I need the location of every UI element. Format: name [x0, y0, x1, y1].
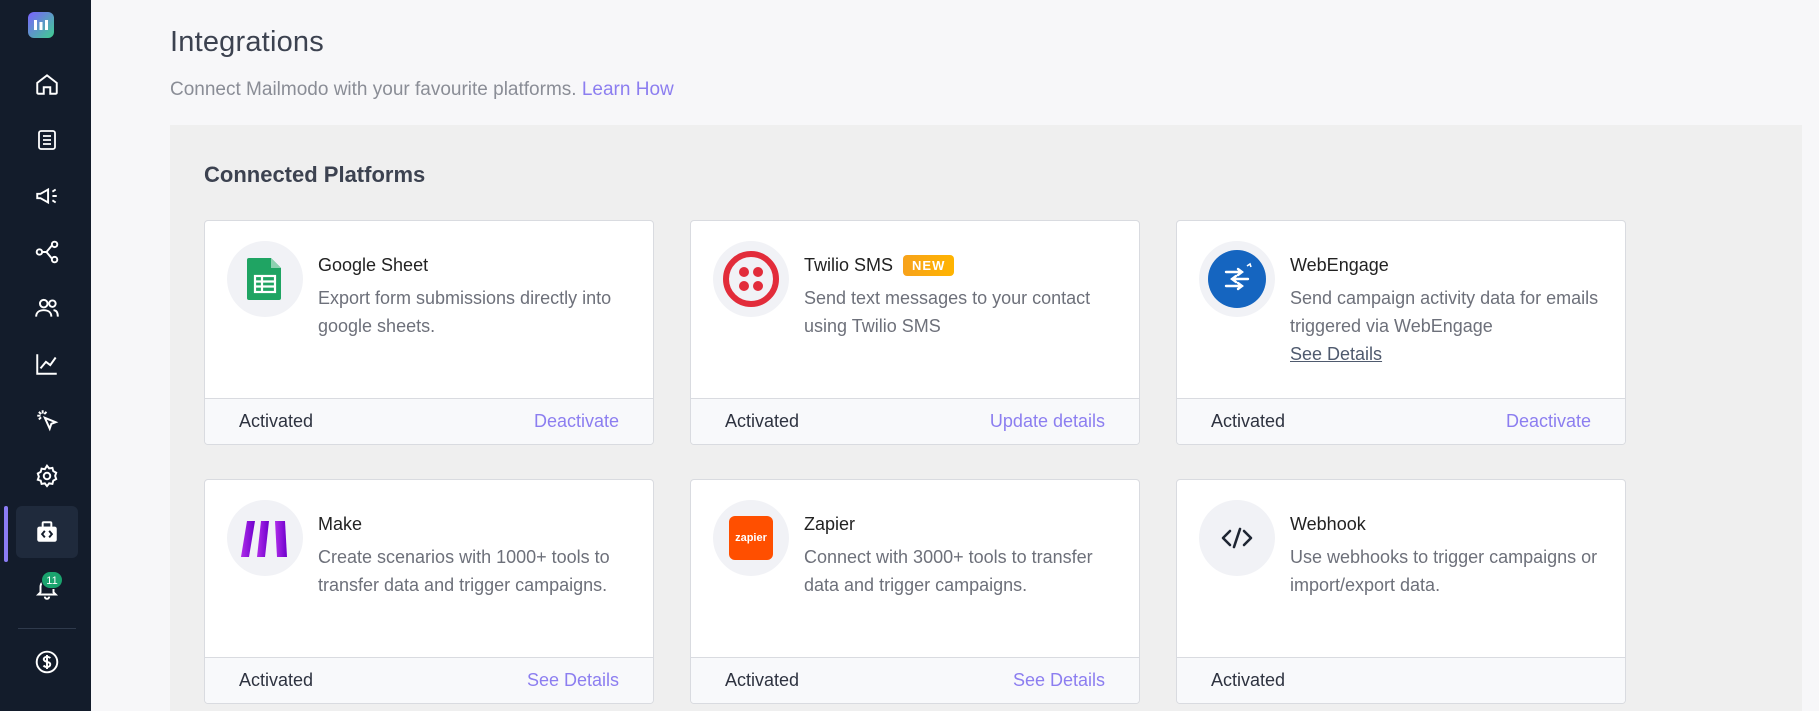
section-title: Connected Platforms	[204, 162, 426, 187]
status-label: Activated	[239, 411, 314, 431]
sidebar-item-analytics[interactable]	[16, 338, 78, 390]
integration-card-twilio-sms: Twilio SMS NEW Send text messages to you…	[690, 220, 1140, 445]
sidebar-item-home[interactable]	[16, 58, 78, 110]
card-title: Twilio SMS NEW	[804, 255, 955, 276]
card-footer: Activated Deactivate	[1177, 398, 1625, 444]
twilio-icon	[713, 241, 789, 317]
page-subtitle: Connect Mailmodo with your favourite pla…	[170, 79, 674, 101]
integration-card-google-sheet: Google Sheet Export form submissions dir…	[204, 220, 654, 445]
subtitle-text: Connect Mailmodo with your favourite pla…	[170, 79, 577, 100]
flow-icon	[35, 240, 59, 264]
sidebar-item-campaigns[interactable]	[16, 170, 78, 222]
see-details-button[interactable]: See Details	[1013, 670, 1105, 691]
status-label: Activated	[725, 411, 800, 431]
mailmodo-logo[interactable]	[28, 12, 54, 38]
home-icon	[36, 74, 58, 95]
card-footer: Activated	[1177, 657, 1625, 703]
card-description: Export form submissions directly into go…	[318, 288, 612, 336]
notification-count-badge: 11	[41, 571, 63, 589]
sidebar-item-settings[interactable]	[16, 450, 78, 502]
zapier-logo-text: zapier	[735, 532, 767, 544]
new-badge: NEW	[903, 255, 955, 276]
sidebar-item-tracking[interactable]	[16, 394, 78, 446]
update-details-button[interactable]: Update details	[990, 411, 1105, 432]
megaphone-icon	[36, 187, 57, 205]
see-details-button[interactable]: See Details	[527, 670, 619, 691]
status-label: Activated	[1211, 670, 1286, 690]
sidebar-item-journeys[interactable]	[16, 226, 78, 278]
template-icon	[38, 130, 56, 150]
card-footer: Activated Update details	[691, 398, 1139, 444]
page-header: Integrations Connect Mailmodo with your …	[170, 26, 674, 101]
page-title: Integrations	[170, 26, 324, 58]
card-title: Webhook	[1290, 514, 1366, 534]
users-icon	[35, 298, 59, 317]
integration-card-webhook: Webhook Use webhooks to trigger campaign…	[1176, 479, 1626, 704]
webengage-icon	[1199, 241, 1275, 317]
integration-card-make: Make Create scenarios with 1000+ tools t…	[204, 479, 654, 704]
analytics-icon	[36, 354, 57, 375]
card-description: Connect with 3000+ tools to transfer dat…	[804, 547, 1093, 595]
active-indicator	[4, 506, 8, 562]
zapier-logo: zapier	[729, 516, 773, 560]
gear-icon	[36, 464, 58, 488]
card-footer: Activated See Details	[691, 657, 1139, 703]
integration-card-zapier: zapier Zapier Connect with 3000+ tools t…	[690, 479, 1140, 704]
card-title-text: Twilio SMS	[804, 255, 894, 275]
card-description: Use webhooks to trigger campaigns or imp…	[1290, 547, 1598, 595]
sidebar-item-templates[interactable]	[16, 114, 78, 166]
card-footer: Activated See Details	[205, 657, 653, 703]
sidebar-item-contacts[interactable]	[16, 282, 78, 334]
status-label: Activated	[725, 670, 800, 690]
card-description: Send text messages to your contact using…	[804, 288, 1091, 336]
sidebar-divider	[18, 628, 76, 629]
see-details-link[interactable]: See Details	[1290, 344, 1382, 365]
sidebar-item-billing[interactable]	[16, 636, 78, 688]
status-label: Activated	[1211, 411, 1286, 431]
google-sheet-icon	[227, 241, 303, 317]
deactivate-button[interactable]: Deactivate	[1506, 411, 1591, 432]
integration-card-webengage: WebEngage Send campaign activity data fo…	[1176, 220, 1626, 445]
card-title: Google Sheet	[318, 255, 429, 275]
card-description: Send campaign activity data for emails t…	[1290, 288, 1599, 336]
cursor-click-icon	[37, 410, 59, 432]
card-title: Make	[318, 514, 363, 534]
card-description: Create scenarios with 1000+ tools to tra…	[318, 547, 610, 595]
connected-platforms-section: Connected Platforms Google Sheet Export …	[170, 125, 1802, 711]
card-footer: Activated Deactivate	[205, 398, 653, 444]
sidebar: 11	[0, 0, 91, 711]
learn-how-link[interactable]: Learn How	[582, 79, 674, 100]
card-title: Zapier	[804, 514, 856, 534]
zapier-icon: zapier	[713, 500, 789, 576]
sidebar-item-integrations[interactable]	[16, 506, 78, 558]
integrations-icon	[37, 521, 57, 542]
code-icon	[1199, 500, 1275, 576]
status-label: Activated	[239, 670, 314, 690]
dollar-icon	[35, 650, 59, 674]
make-icon	[227, 500, 303, 576]
card-title: WebEngage	[1290, 255, 1389, 275]
deactivate-button[interactable]: Deactivate	[534, 411, 619, 432]
